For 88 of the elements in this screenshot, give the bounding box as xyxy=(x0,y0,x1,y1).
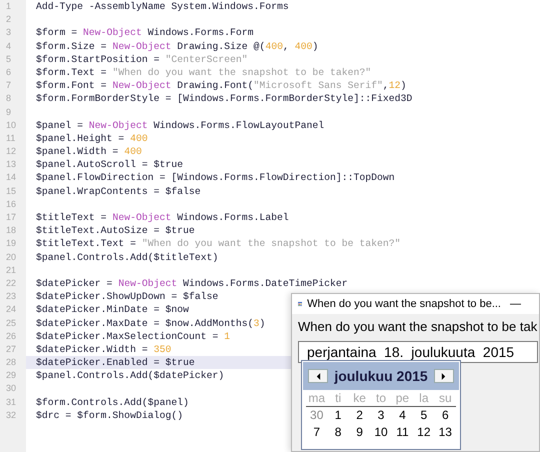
calendar-day[interactable]: 2 xyxy=(348,407,370,424)
month-title: joulukuu 2015 xyxy=(334,368,428,384)
calendar-day[interactable]: 6 xyxy=(434,407,456,424)
code-line: $panel.Controls.Add($titleText) xyxy=(36,250,218,264)
calendar-day[interactable]: 3 xyxy=(370,407,392,424)
line-number: 31 xyxy=(5,396,18,409)
line-number: 23 xyxy=(5,290,18,304)
code-line: $panel = New-Object Windows.Forms.FlowLayoutPanel xyxy=(36,118,324,132)
line-number: 29 xyxy=(5,369,18,382)
previous-month-button[interactable] xyxy=(308,369,328,383)
code-line: $panel.Controls.Add($datePicker) xyxy=(36,369,224,382)
code-line: $datePicker.MaxSelectionCount = 1 xyxy=(36,330,230,343)
code-line: $panel.FlowDirection = [Windows.Forms.FlowDirection]::TopDown xyxy=(36,171,395,185)
code-line: $panel.Height = 400 xyxy=(36,132,148,146)
line-number: 13 xyxy=(5,158,18,172)
code-line: $form.Font = New-Object Drawing.Font("Microsoft Sans Serif",12) xyxy=(36,79,406,92)
code-line: $datePicker.ShowUpDown = $false xyxy=(36,290,218,304)
line-number: 32 xyxy=(5,408,18,422)
line-number: 8 xyxy=(5,92,12,106)
code-line: $datePicker = New-Object Windows.Forms.DateTimePicker xyxy=(36,276,348,290)
code-line: $titleText = New-Object Windows.Forms.Label xyxy=(36,211,289,224)
code-line: $datePicker.MaxDate = $now.AddMonths(3) xyxy=(36,316,266,330)
prompt-label: When do you want the snapshot to be tak xyxy=(298,318,538,336)
code-line: $form.Controls.Add($panel) xyxy=(36,396,189,409)
calendar-day[interactable]: 12 xyxy=(413,424,435,441)
line-number: 14 xyxy=(5,171,18,184)
calendar-day[interactable]: 4 xyxy=(392,407,414,424)
line-number: 1 xyxy=(5,0,12,13)
line-number: 16 xyxy=(5,198,18,211)
code-line: $datePicker.MinDate = $now xyxy=(36,303,189,316)
calendar-day[interactable]: 1 xyxy=(327,407,349,424)
line-number: 7 xyxy=(5,79,12,92)
line-number: 22 xyxy=(5,276,18,290)
calendar-day[interactable]: 9 xyxy=(348,424,370,441)
code-line: $form.StartPosition = "CenterScreen" xyxy=(36,52,248,66)
line-number: 21 xyxy=(5,264,18,277)
line-number: 26 xyxy=(5,330,18,343)
line-number: 9 xyxy=(5,106,12,118)
line-number: 5 xyxy=(5,52,12,66)
weekday-label: ti xyxy=(334,391,342,406)
code-line: $titleText.Text = "When do you want the snapshot to be taken?" xyxy=(36,237,401,251)
minimize-button[interactable]: — xyxy=(506,298,525,310)
line-number: 18 xyxy=(5,224,18,238)
calendar-day[interactable]: 8 xyxy=(327,424,349,441)
line-number: 2 xyxy=(5,13,12,26)
calendar-day[interactable]: 5 xyxy=(413,407,435,424)
window-title: When do you want the snapshot to be... xyxy=(307,298,501,310)
code-line: $form.FormBorderStyle = [Windows.Forms.FormBorderStyle]::Fixed3D xyxy=(36,92,412,106)
weekday-label: to xyxy=(374,391,387,406)
code-line: $form.Text = "When do you want the snapshot to be taken?" xyxy=(36,66,372,80)
code-line: $panel.Width = 400 xyxy=(36,145,142,158)
line-number: 28 xyxy=(5,356,18,370)
code-line: $datePicker.Enabled = $true xyxy=(36,356,195,370)
line-number: 12 xyxy=(5,145,18,158)
code-line: $datePicker.Width = 350 xyxy=(36,342,172,356)
date-field[interactable]: perjantaina 18. joulukuuta 2015 xyxy=(298,341,538,363)
code-line: $panel.WrapContents = $false xyxy=(36,184,201,198)
next-month-button[interactable] xyxy=(434,369,454,383)
line-number: 6 xyxy=(5,66,12,79)
line-number: 20 xyxy=(5,250,18,264)
line-number: 30 xyxy=(5,382,18,396)
weekday-label: la xyxy=(418,391,430,406)
code-line: $drc = $form.ShowDialog() xyxy=(36,408,183,422)
line-number: 27 xyxy=(5,342,18,356)
line-number: 24 xyxy=(5,303,18,316)
line-number: 10 xyxy=(5,118,18,132)
calendar-day[interactable]: 10 xyxy=(370,424,392,441)
weekday-label: ke xyxy=(352,391,367,406)
line-number: 25 xyxy=(5,316,18,330)
triangle-right-icon xyxy=(441,372,446,380)
line-number: 15 xyxy=(5,184,18,198)
weekday-label: su xyxy=(438,391,453,406)
calendar-day[interactable]: 11 xyxy=(392,424,414,441)
code-line: $form.Size = New-Object Drawing.Size @(400, 400) xyxy=(36,40,318,53)
line-number: 17 xyxy=(5,211,18,224)
line-number: 4 xyxy=(5,40,12,53)
line-number: 11 xyxy=(5,132,16,145)
weekday-label: pe xyxy=(394,391,410,406)
line-number: 19 xyxy=(5,237,18,250)
code-line: $titleText.AutoSize = $true xyxy=(36,224,195,238)
calendar-day[interactable]: 13 xyxy=(434,424,456,441)
code-line: $panel.AutoScroll = $true xyxy=(36,158,183,172)
triangle-left-icon xyxy=(316,372,320,380)
calendar-day[interactable]: 7 xyxy=(306,424,328,441)
code-line: $form = New-Object Windows.Forms.Form xyxy=(36,26,254,40)
weekday-label: ma xyxy=(307,391,326,406)
code-line: Add-Type -AssemblyName System.Windows.Forms xyxy=(36,0,289,14)
line-number: 3 xyxy=(5,26,12,40)
